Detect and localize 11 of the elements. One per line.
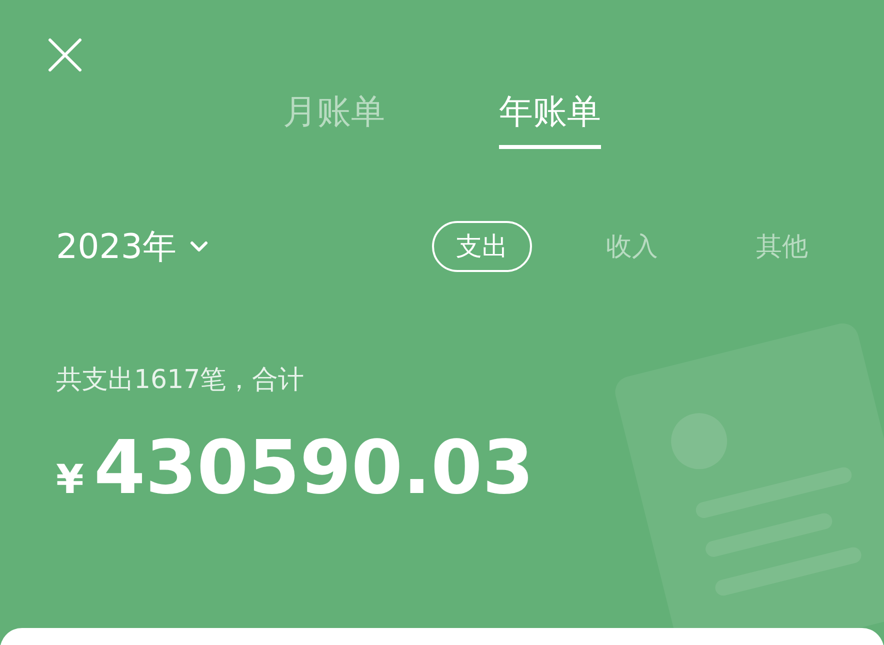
filter-tab[interactable]: 其他 <box>732 221 832 272</box>
tab[interactable]: 年账单 <box>499 94 601 150</box>
close-icon[interactable] <box>48 38 82 72</box>
tab[interactable]: 月账单 <box>283 94 385 150</box>
filter-tab[interactable]: 支出 <box>432 221 532 272</box>
summary-text: 共支出1617笔，合计 <box>56 364 304 398</box>
currency-symbol: ¥ <box>56 457 84 504</box>
filter-tab[interactable]: 收入 <box>582 221 682 272</box>
chevron-down-icon <box>188 240 209 254</box>
total-amount: 430590.03 <box>94 431 534 506</box>
year-dropdown[interactable]: 2023年 <box>56 224 209 270</box>
